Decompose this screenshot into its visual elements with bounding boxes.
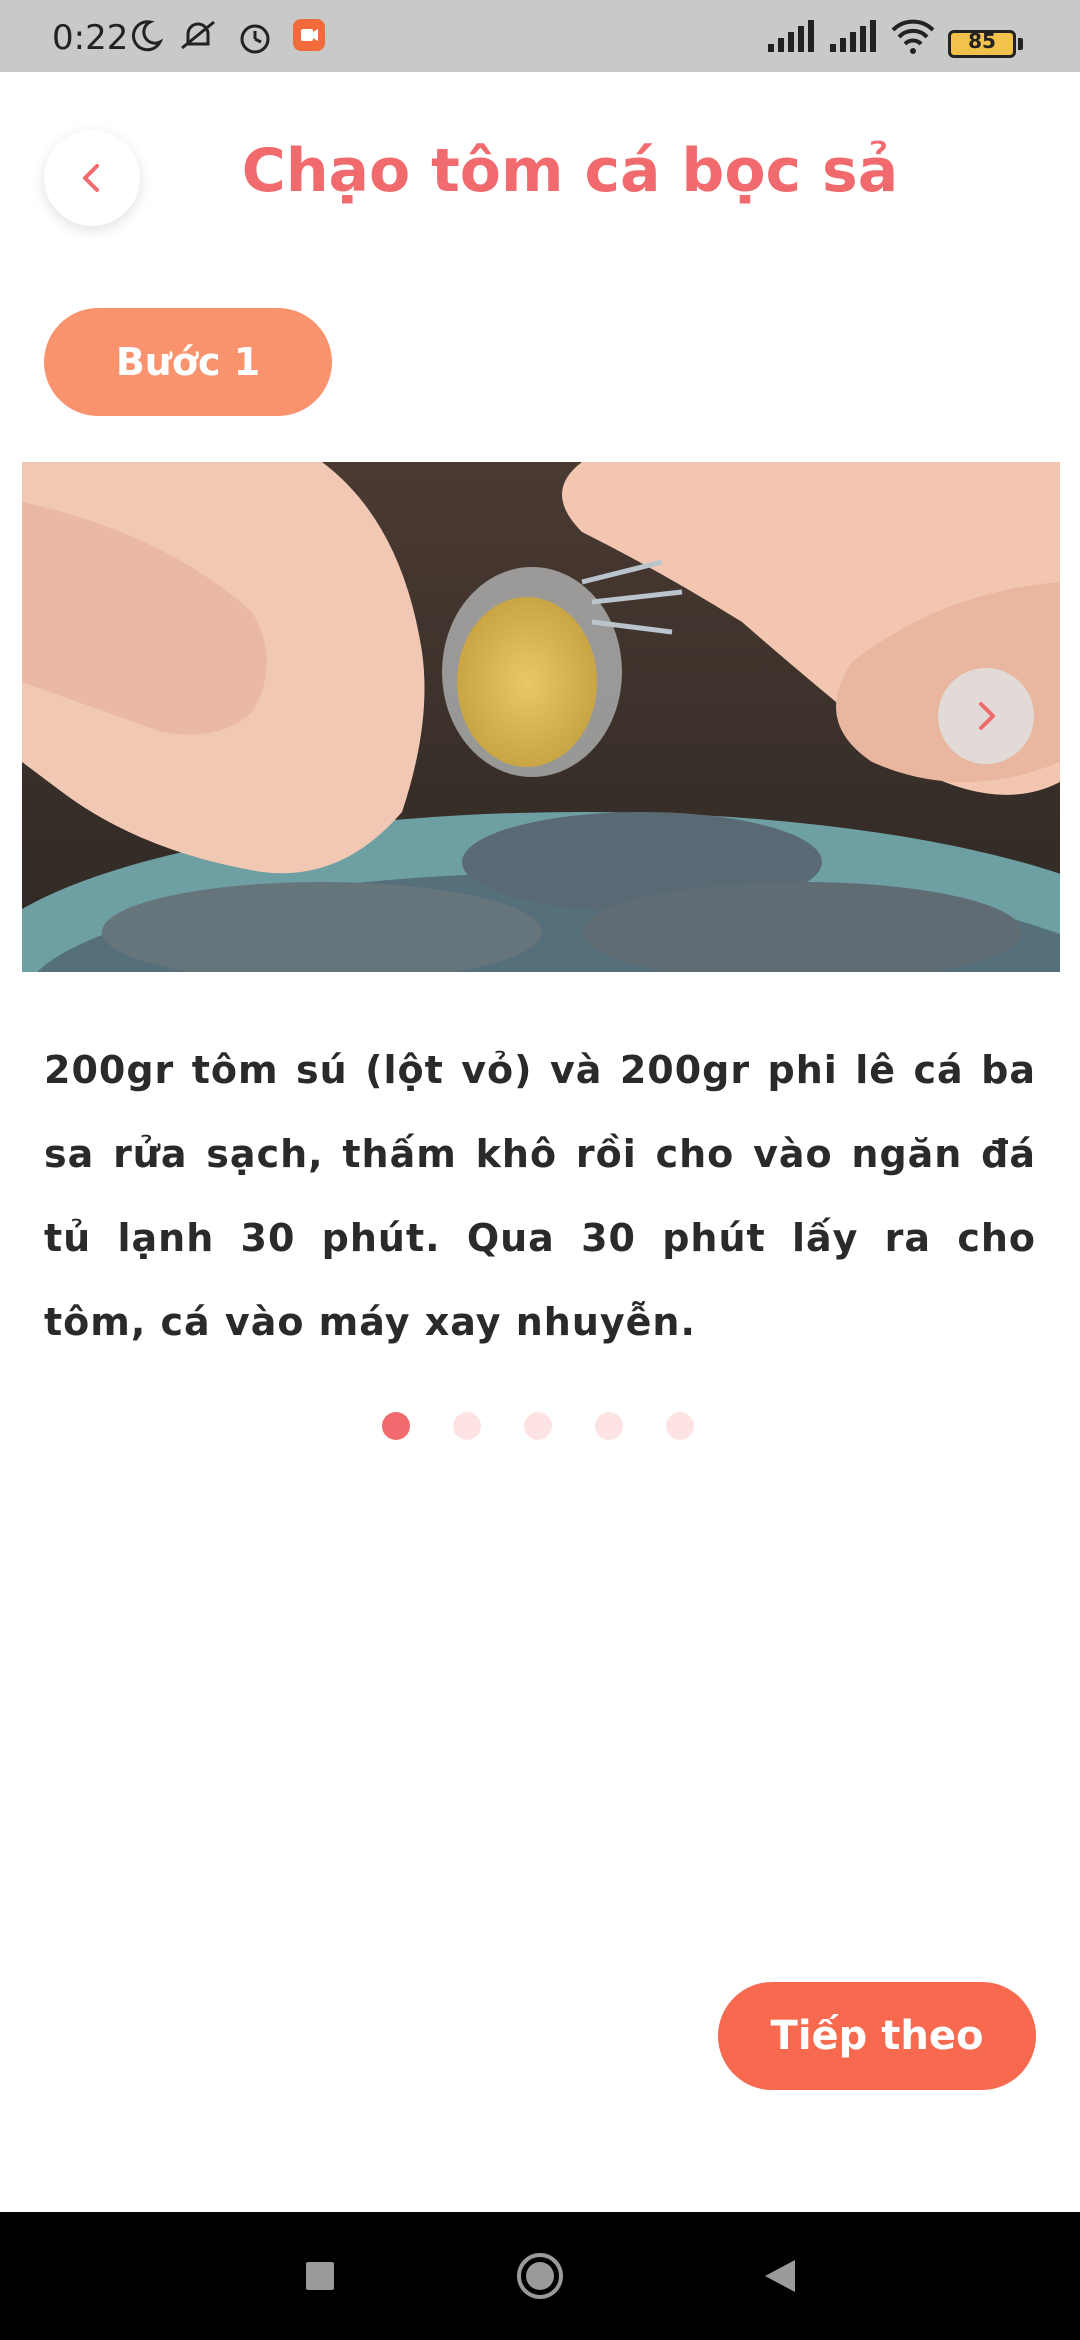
alarm-icon	[236, 18, 274, 56]
chevron-left-icon	[83, 164, 99, 192]
square-icon	[306, 2262, 334, 2290]
recent-apps-button[interactable]	[270, 2212, 370, 2340]
battery-tip	[1018, 38, 1023, 50]
home-button[interactable]	[490, 2212, 590, 2340]
back-nav-button[interactable]	[730, 2212, 830, 2340]
next-step-button[interactable]: Tiếp theo	[718, 1982, 1036, 2090]
status-time: 0:22	[52, 18, 129, 58]
pagination-dot[interactable]	[595, 1412, 623, 1440]
signal-icon	[766, 18, 816, 54]
pagination-dot[interactable]	[382, 1412, 410, 1440]
step-image	[22, 462, 1060, 972]
status-bar: 0:22 85	[0, 0, 1080, 72]
signal-icon	[828, 18, 878, 54]
battery-level: 85	[968, 29, 996, 53]
back-button[interactable]	[44, 130, 140, 226]
app-notification-icon	[292, 18, 326, 52]
home-circle-icon	[517, 2253, 563, 2299]
pagination-dots	[382, 1412, 694, 1440]
next-image-button[interactable]	[938, 668, 1034, 764]
pagination-dot[interactable]	[524, 1412, 552, 1440]
step-description: 200gr tôm sú (lột vỏ) và 200gr phi lê cá…	[44, 1048, 1036, 1344]
triangle-back-icon	[765, 2260, 795, 2292]
pagination-dot[interactable]	[666, 1412, 694, 1440]
wifi-icon	[890, 18, 936, 56]
system-nav-bar	[0, 2212, 1080, 2340]
mute-icon	[178, 18, 218, 54]
pagination-dot[interactable]	[453, 1412, 481, 1440]
chevron-right-icon	[979, 702, 995, 730]
step-badge: Bước 1	[44, 308, 332, 416]
moon-icon	[128, 18, 164, 54]
page-title: Chạo tôm cá bọc sả	[241, 136, 899, 206]
